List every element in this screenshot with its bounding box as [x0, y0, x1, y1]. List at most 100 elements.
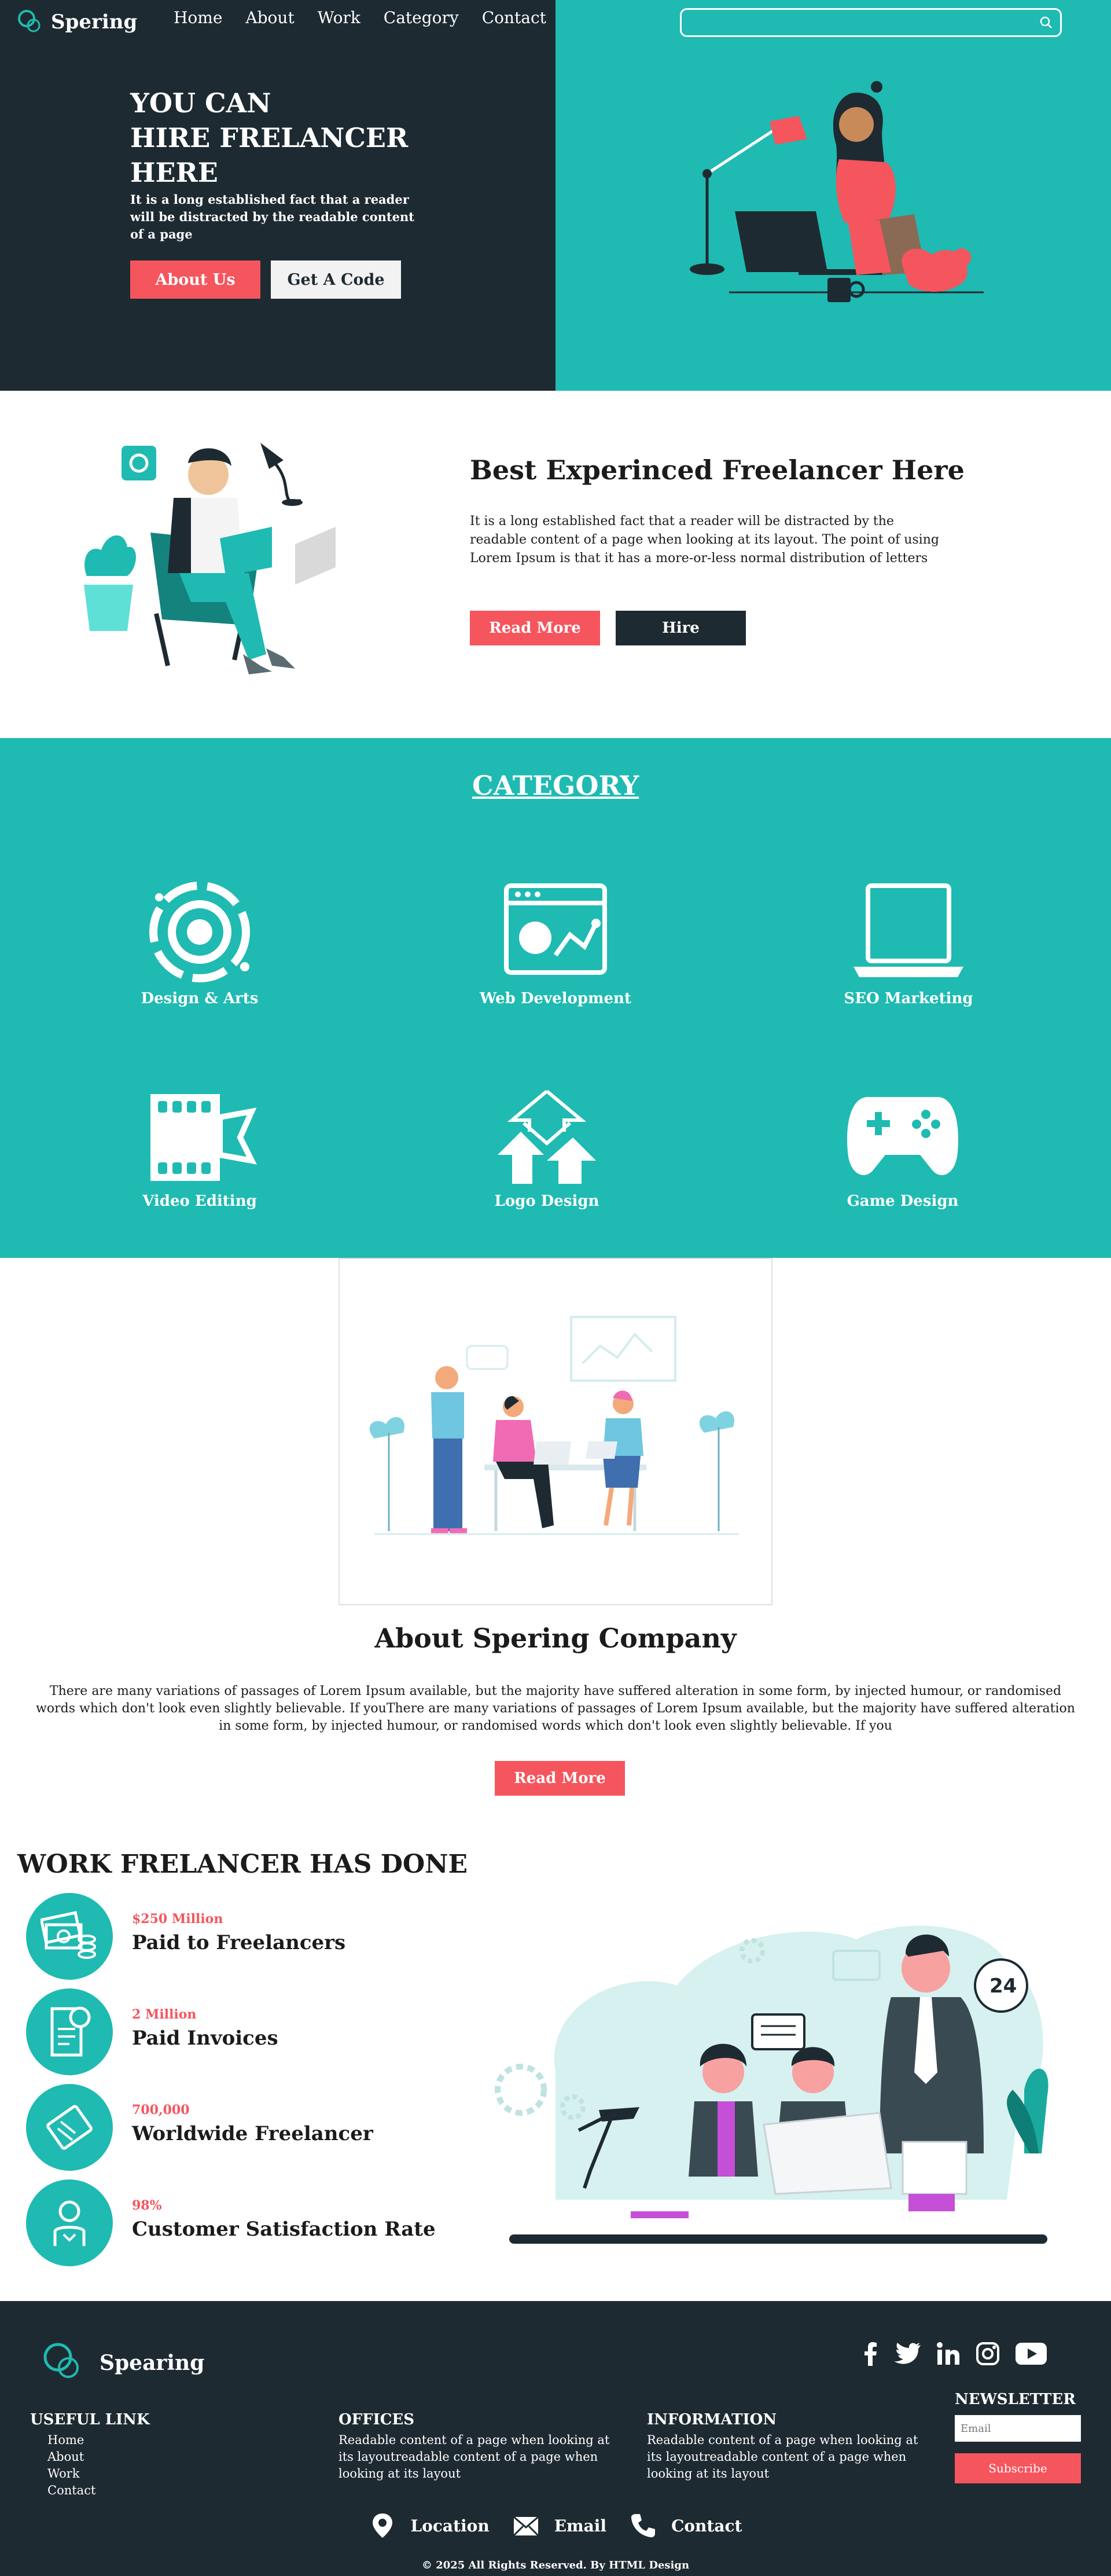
footer-col-newsletter: NEWSLETTER Subscribe: [955, 2391, 1082, 2483]
category-label-game-design: Game Design: [847, 1192, 959, 1210]
about-us-button[interactable]: About Us: [130, 260, 260, 299]
stat-item-paid-invoices: 2 Million Paid Invoices: [26, 1988, 466, 2078]
category-card-design-arts[interactable]: Design & Arts: [116, 880, 284, 1007]
twitter-icon[interactable]: [893, 2342, 921, 2365]
stat-icon-circle: [26, 2179, 113, 2266]
about-read-more-button[interactable]: Read More: [495, 1761, 625, 1796]
information-title: INFORMATION: [647, 2411, 777, 2428]
main-nav: Home About Work Category Contact: [174, 8, 546, 27]
brand-name: Spering: [51, 10, 138, 34]
stat-item-paid-freelancers: $250 Million Paid to Freelancers: [26, 1893, 466, 1983]
category-title: CATEGORY: [472, 770, 639, 801]
nav-category[interactable]: Category: [384, 8, 459, 27]
category-card-web-development[interactable]: Web Development: [472, 880, 639, 1007]
category-label-web-development: Web Development: [480, 990, 631, 1007]
social-links: [862, 2342, 1047, 2366]
facebook-icon[interactable]: [862, 2342, 878, 2366]
nav-work[interactable]: Work: [318, 8, 360, 27]
stat-item-worldwide-freelancer: 700,000 Worldwide Freelancer: [26, 2084, 466, 2174]
footer-link-about[interactable]: About: [47, 2449, 262, 2465]
offices-title: OFFICES: [339, 2411, 415, 2428]
nav-home[interactable]: Home: [174, 8, 222, 27]
stat-label: Customer Satisfaction Rate: [132, 2218, 436, 2241]
about-text: There are many variations of passages of…: [36, 1684, 1075, 1733]
nav-contact[interactable]: Contact: [482, 8, 546, 27]
contact-email-label: Email: [554, 2516, 607, 2535]
category-card-logo-design[interactable]: Logo Design: [463, 1088, 631, 1210]
footer-contact-row: Location Email Contact: [0, 2512, 1111, 2539]
stat-value: 2 Million: [132, 2007, 197, 2022]
footer-link-contact[interactable]: Contact: [47, 2482, 262, 2499]
work-title: WORK FRELANCER HAS DONE: [17, 1850, 468, 1879]
nav-about[interactable]: About: [245, 8, 294, 27]
footer-link-work[interactable]: Work: [47, 2465, 262, 2482]
subscribe-button[interactable]: Subscribe: [955, 2453, 1081, 2483]
newsletter-title: NEWSLETTER: [955, 2391, 1076, 2408]
stat-value: 98%: [132, 2198, 162, 2213]
money-icon: [41, 1911, 96, 1959]
instagram-icon[interactable]: [976, 2342, 1000, 2366]
stat-label: Worldwide Freelancer: [132, 2122, 373, 2145]
youtube-icon[interactable]: [1015, 2342, 1047, 2365]
video-editing-icon: [150, 1094, 257, 1181]
stat-value: 700,000: [132, 2102, 190, 2118]
category-label-seo-marketing: SEO Marketing: [844, 990, 973, 1007]
experienced-title: Best Experinced Freelancer Here: [470, 454, 965, 486]
support-24-badge: 24: [989, 1975, 1017, 1998]
stat-value: $250 Million: [132, 1911, 223, 1927]
stat-item-customer-satisfaction: 98% Customer Satisfaction Rate: [26, 2179, 466, 2269]
category-label-logo-design: Logo Design: [494, 1192, 599, 1210]
hero-title-line-1: YOU CAN: [130, 87, 271, 119]
footer-brand[interactable]: Spearing: [41, 2340, 204, 2386]
hero-subtitle: It is a long established fact that a rea…: [130, 192, 414, 241]
contact-email[interactable]: Email: [513, 2512, 606, 2539]
search-bar: [680, 8, 1062, 37]
experienced-text: It is a long established fact that a rea…: [470, 514, 939, 566]
newsletter-email-input[interactable]: [955, 2415, 1081, 2442]
information-text: Readable content of a page when looking …: [647, 2433, 918, 2480]
useful-links-title: USEFUL LINK: [30, 2411, 150, 2428]
ticket-icon: [46, 2105, 93, 2150]
linkedin-icon[interactable]: [936, 2342, 961, 2366]
team-at-desk-illustration: 24: [495, 1925, 1049, 2244]
experienced-read-more-button[interactable]: Read More: [470, 611, 600, 645]
stat-label: Paid to Freelancers: [132, 1931, 346, 1954]
web-development-icon: [504, 883, 607, 975]
brand-logo[interactable]: Spering: [16, 8, 137, 36]
category-card-game-design[interactable]: Game Design: [819, 1088, 987, 1210]
phone-icon: [631, 2514, 656, 2538]
category-label-design-arts: Design & Arts: [141, 990, 259, 1007]
hire-button[interactable]: Hire: [616, 611, 746, 645]
hero-woman-laptop-illustration: [690, 81, 984, 302]
logo-design-icon: [498, 1089, 596, 1184]
copyright: © 2025 All Rights Reserved. By HTML Desi…: [421, 2559, 690, 2571]
stat-icon-circle: [26, 1988, 113, 2075]
hero-title-line-2: HIRE FRELANCER: [130, 122, 409, 153]
contact-location[interactable]: Location: [369, 2512, 490, 2539]
footer-col-useful: USEFUL LINK Home About Work Contact: [30, 2411, 262, 2499]
get-a-code-button[interactable]: Get A Code: [271, 260, 401, 299]
email-envelope-icon: [513, 2516, 539, 2537]
game-design-icon: [847, 1097, 958, 1175]
stat-label: Paid Invoices: [132, 2027, 278, 2050]
footer-brand-name: Spearing: [100, 2351, 205, 2375]
team-meeting-illustration: [369, 1316, 739, 1535]
stat-icon-circle: [26, 1893, 113, 1980]
hero-title: YOU CAN HIRE FRELANCER HERE: [130, 86, 408, 190]
seo-marketing-icon: [854, 883, 963, 977]
footer-link-home[interactable]: Home: [47, 2432, 262, 2449]
category-card-seo-marketing[interactable]: SEO Marketing: [825, 880, 992, 1007]
footer-logo-icon: [43, 2343, 79, 2378]
offices-text: Readable content of a page when looking …: [339, 2433, 610, 2480]
search-icon[interactable]: [1039, 16, 1053, 30]
location-pin-icon: [372, 2513, 392, 2538]
about-image-frame: [339, 1258, 772, 1605]
contact-phone-label: Contact: [671, 2516, 742, 2535]
hero-title-line-3: HERE: [130, 157, 218, 188]
search-input[interactable]: [689, 13, 1024, 32]
contact-phone[interactable]: Contact: [630, 2512, 742, 2539]
contact-location-label: Location: [410, 2516, 490, 2535]
stat-icon-circle: [26, 2084, 113, 2171]
about-title: About Spering Company: [374, 1623, 737, 1654]
category-card-video-editing[interactable]: Video Editing: [116, 1088, 284, 1210]
